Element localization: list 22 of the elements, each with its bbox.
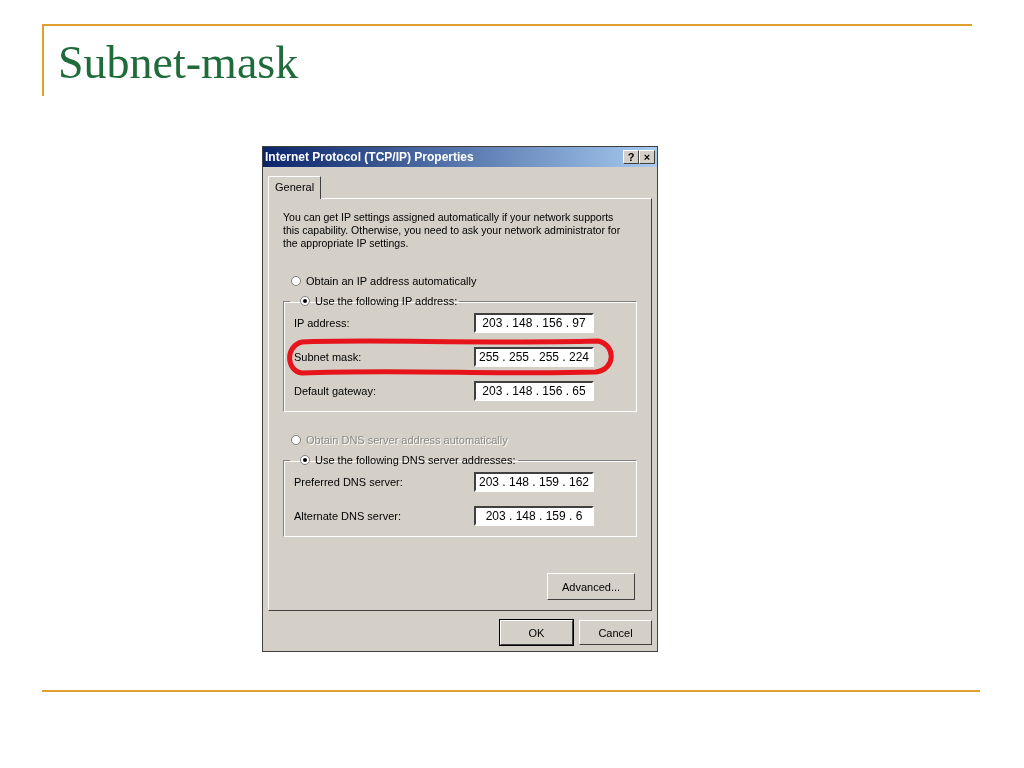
field-label: Preferred DNS server: (294, 476, 403, 488)
window-title: Internet Protocol (TCP/IP) Properties (265, 150, 474, 164)
address-field[interactable]: 203 . 148 . 159 . 162 (474, 472, 594, 492)
ok-button[interactable]: OK (500, 620, 573, 645)
radio-option[interactable]: Obtain an IP address automatically (291, 275, 641, 287)
slide-title: Subnet-mask (58, 36, 299, 90)
address-field[interactable]: 203 . 148 . 159 . 6 (474, 506, 594, 526)
close-button[interactable]: × (639, 150, 655, 164)
field-label: Default gateway: (294, 385, 376, 397)
advanced-button[interactable]: Advanced... (547, 573, 635, 600)
radio-option[interactable]: Use the following IP address: (300, 295, 458, 307)
field-label: Subnet mask: (294, 351, 362, 363)
address-field[interactable]: 255 . 255 . 255 . 224 (474, 347, 594, 367)
description-text: You can get IP settings assigned automatically if your network supports this capability. Otherwise, you need to ask your network administrator for the appropriate IP settings. (283, 211, 622, 250)
field-label: IP address: (294, 317, 350, 329)
field-label: Alternate DNS server: (294, 510, 401, 522)
address-field[interactable]: 203 . 148 . 156 . 97 (474, 313, 594, 333)
tab[interactable]: General (268, 176, 322, 199)
radio-option[interactable]: Use the following DNS server addresses: (300, 454, 516, 466)
cancel-button[interactable]: Cancel (579, 620, 652, 645)
help-button[interactable]: ? (623, 150, 639, 164)
address-field[interactable]: 203 . 148 . 156 . 65 (474, 381, 594, 401)
